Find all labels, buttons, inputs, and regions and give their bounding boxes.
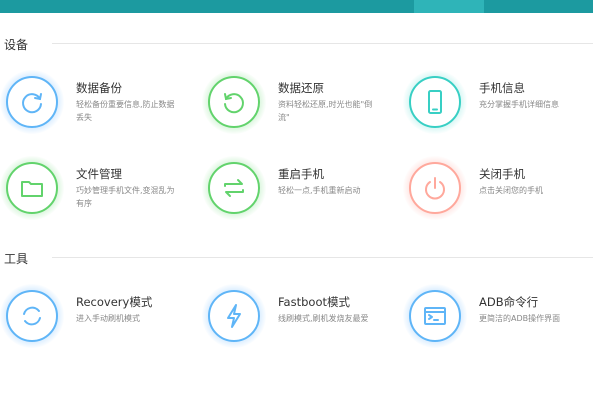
item-title: 数据还原 (278, 81, 324, 95)
item-title: 手机信息 (479, 81, 525, 95)
reboot-arrows-icon-wrap (202, 156, 266, 220)
item-power-off[interactable]: 关闭手机 点击关闭您的手机 (403, 156, 593, 226)
item-title: 数据备份 (76, 81, 122, 95)
item-adb-command[interactable]: ADB命令行 更简洁的ADB操作界面 (403, 284, 593, 354)
reboot-arrows-icon (224, 179, 244, 197)
folder-icon (21, 181, 43, 197)
recovery-refresh-icon-wrap (0, 284, 64, 348)
restore-undo-icon-wrap (202, 70, 266, 134)
section-divider (52, 43, 593, 44)
item-title: 关闭手机 (479, 167, 525, 181)
lightning-icon (227, 304, 241, 328)
section-title-device: 设备 (4, 38, 29, 52)
item-desc: 点击关闭您的手机 (479, 186, 543, 195)
item-desc: 巧妙管理手机文件,变混乱为有序 (76, 186, 175, 208)
item-data-backup[interactable]: 数据备份 轻松备份重要信息,防止数据丢失 (0, 70, 200, 140)
terminal-icon-wrap (403, 284, 467, 348)
item-fastboot-mode[interactable]: Fastboot模式 线刷模式,刷机发烧友最爱 (202, 284, 402, 354)
item-desc: 线刷模式,刷机发烧友最爱 (278, 314, 369, 323)
item-title: 重启手机 (278, 167, 324, 181)
recovery-refresh-icon (23, 306, 41, 326)
item-recovery-mode[interactable]: Recovery模式 进入手动刷机模式 (0, 284, 200, 354)
item-title: Fastboot模式 (278, 295, 350, 309)
section-divider (52, 257, 593, 258)
power-icon-wrap (403, 156, 467, 220)
backup-sync-icon-wrap (0, 70, 64, 134)
backup-sync-icon (22, 93, 42, 114)
folder-icon-wrap (0, 156, 64, 220)
item-title: ADB命令行 (479, 295, 539, 309)
power-icon (425, 177, 445, 200)
item-desc: 轻松一点,手机重新启动 (278, 186, 361, 195)
section-title-tools: 工具 (4, 252, 29, 266)
item-title: 文件管理 (76, 167, 122, 181)
phone-icon-wrap (403, 70, 467, 134)
restore-undo-icon (224, 93, 244, 114)
item-desc: 更简洁的ADB操作界面 (479, 314, 561, 323)
item-phone-info[interactable]: 手机信息 充分掌握手机详细信息 (403, 70, 593, 140)
item-desc: 进入手动刷机模式 (76, 314, 140, 323)
item-desc: 资料轻松还原,时光也能"倒流" (278, 100, 373, 122)
item-reboot-phone[interactable]: 重启手机 轻松一点,手机重新启动 (202, 156, 402, 226)
top-bar (0, 0, 593, 13)
lightning-icon-wrap (202, 284, 266, 348)
item-desc: 轻松备份重要信息,防止数据丢失 (76, 100, 175, 122)
item-desc: 充分掌握手机详细信息 (479, 100, 559, 109)
item-file-manager[interactable]: 文件管理 巧妙管理手机文件,变混乱为有序 (0, 156, 200, 226)
item-title: Recovery模式 (76, 295, 153, 309)
terminal-icon (424, 307, 446, 325)
item-data-restore[interactable]: 数据还原 资料轻松还原,时光也能"倒流" (202, 70, 402, 140)
phone-icon (428, 90, 442, 114)
active-tab-indicator[interactable] (414, 0, 484, 13)
